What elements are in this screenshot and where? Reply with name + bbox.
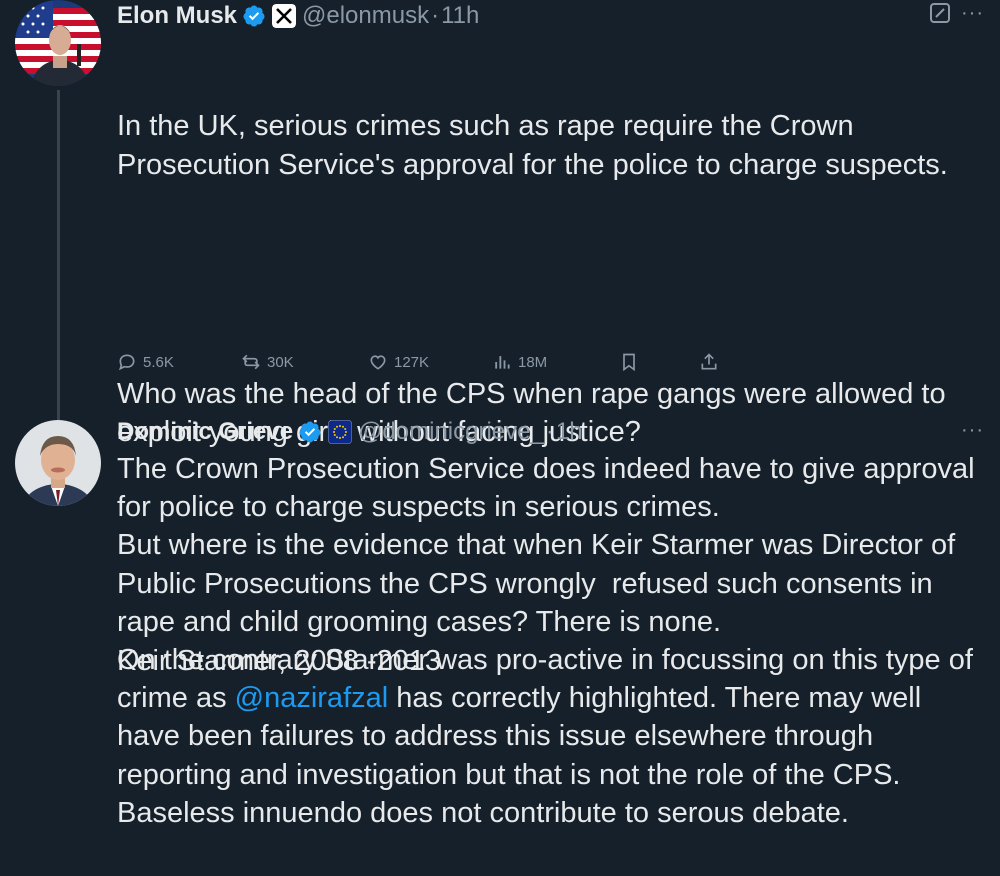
views-button[interactable]: 18M	[492, 347, 547, 377]
views-icon	[495, 356, 510, 369]
verified-badge-icon	[243, 5, 265, 27]
reply-button[interactable]: 5.6K	[117, 347, 174, 377]
time-separator: ·	[431, 2, 440, 29]
tweet-text-part: The Crown Prosecution Service does indee…	[117, 453, 975, 715]
avatar[interactable]	[15, 0, 101, 86]
x-logo-icon	[272, 4, 297, 28]
thread-connector-line	[57, 90, 60, 420]
eu-flag-icon	[328, 420, 353, 444]
tweet-top-icons: ···	[929, 2, 984, 24]
timestamp[interactable]: 11h	[441, 2, 479, 30]
tweet-dominic-grieve: Dominic Grieve @dominicgrieve_ · 1h ··· …	[0, 400, 1000, 876]
display-name[interactable]: Elon Musk	[117, 2, 237, 30]
repost-icon	[242, 354, 260, 370]
share-button[interactable]	[699, 347, 719, 377]
views-count: 18M	[518, 353, 548, 371]
tweet-elon-musk: Elon Musk @elonmusk · 11h ··· In the UK,…	[0, 0, 1000, 677]
like-button[interactable]: 127K	[368, 347, 429, 377]
more-icon[interactable]: ···	[961, 3, 984, 23]
repost-button[interactable]: 30K	[241, 347, 294, 377]
avatar[interactable]	[15, 420, 101, 506]
tweet-text: The Crown Prosecution Service does indee…	[117, 450, 987, 832]
tweet-header: Elon Musk @elonmusk · 11h	[117, 0, 479, 32]
repost-count: 30K	[267, 353, 294, 371]
timestamp[interactable]: 1h	[556, 418, 583, 446]
share-icon	[701, 353, 717, 370]
bookmark-icon	[623, 353, 635, 372]
reply-count: 5.6K	[143, 353, 174, 371]
heart-icon	[370, 355, 386, 370]
bookmark-button[interactable]	[619, 347, 639, 377]
display-name[interactable]: Dominic Grieve	[117, 418, 293, 446]
tweet-header: Dominic Grieve @dominicgrieve_ · 1h	[117, 416, 583, 448]
reply-icon	[118, 354, 135, 371]
time-separator: ·	[545, 418, 554, 445]
handle[interactable]: @dominicgrieve_	[358, 418, 544, 446]
handle[interactable]: @elonmusk	[302, 2, 429, 30]
verified-badge-icon	[299, 421, 321, 443]
tweet-paragraph: In the UK, serious crimes such as rape r…	[117, 110, 948, 181]
like-count: 127K	[394, 353, 430, 371]
tweet-actions: 5.6K 30K 127K 18M	[117, 347, 737, 377]
tweet-top-icons: ···	[961, 420, 984, 440]
mention-link[interactable]: @nazirafzal	[235, 682, 389, 714]
grok-icon[interactable]	[929, 2, 951, 24]
more-icon[interactable]: ···	[961, 420, 984, 440]
